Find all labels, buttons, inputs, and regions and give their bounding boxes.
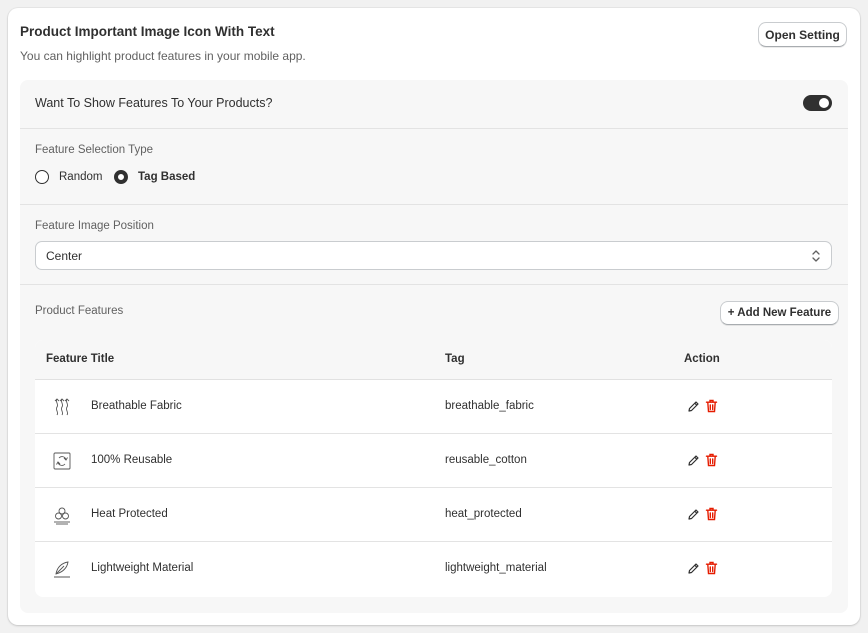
image-position-value: Center bbox=[46, 249, 83, 263]
show-features-label: Want To Show Features To Your Products? bbox=[35, 96, 273, 110]
product-features-section: Product Features + Add New Feature Featu… bbox=[20, 284, 848, 613]
edit-pencil-icon[interactable] bbox=[687, 454, 700, 467]
edit-pencil-icon[interactable] bbox=[687, 562, 700, 575]
table-row: 100% Reusable reusable_cotton bbox=[35, 434, 832, 488]
open-setting-button[interactable]: Open Setting bbox=[758, 22, 847, 47]
toggle-knob bbox=[819, 98, 829, 108]
image-position-select[interactable]: Center bbox=[35, 241, 832, 270]
breathable-fabric-icon bbox=[54, 398, 70, 416]
feature-title: 100% Reusable bbox=[91, 454, 173, 466]
feature-tag: reusable_cotton bbox=[445, 454, 527, 466]
heat-protected-icon bbox=[54, 507, 70, 525]
image-position-label: Feature Image Position bbox=[35, 220, 154, 232]
add-new-feature-button[interactable]: + Add New Feature bbox=[720, 301, 839, 325]
column-header-action: Action bbox=[684, 353, 720, 365]
product-features-label: Product Features bbox=[35, 305, 124, 317]
table-header: Feature Title Tag Action bbox=[35, 340, 832, 380]
page-title: Product Important Image Icon With Text bbox=[20, 24, 275, 39]
features-table: Feature Title Tag Action Breathable Fabr… bbox=[35, 340, 832, 597]
edit-pencil-icon[interactable] bbox=[687, 508, 700, 521]
edit-pencil-icon[interactable] bbox=[687, 400, 700, 413]
feature-tag: lightweight_material bbox=[445, 562, 547, 574]
show-features-toggle[interactable] bbox=[803, 95, 832, 111]
feature-tag: breathable_fabric bbox=[445, 400, 534, 412]
column-header-feature-title: Feature Title bbox=[46, 353, 115, 365]
delete-trash-icon[interactable] bbox=[705, 399, 718, 413]
page-subtitle: You can highlight product features in yo… bbox=[20, 49, 306, 63]
column-header-tag: Tag bbox=[445, 353, 465, 365]
radio-tag-based[interactable]: Tag Based bbox=[114, 170, 195, 184]
show-features-section: Want To Show Features To Your Products? bbox=[20, 80, 848, 129]
delete-trash-icon[interactable] bbox=[705, 453, 718, 467]
radio-random[interactable]: Random bbox=[35, 170, 102, 184]
reusable-icon bbox=[53, 452, 71, 470]
image-position-section: Feature Image Position Center bbox=[20, 204, 848, 285]
radio-random-circle[interactable] bbox=[35, 170, 49, 184]
lightweight-feather-icon bbox=[54, 561, 70, 578]
selection-type-section: Feature Selection Type Random Tag Based bbox=[20, 128, 848, 205]
radio-tag-based-circle[interactable] bbox=[114, 170, 128, 184]
feature-title: Breathable Fabric bbox=[91, 400, 182, 412]
table-row: Breathable Fabric breathable_fabric bbox=[35, 380, 832, 434]
radio-random-label: Random bbox=[59, 171, 103, 183]
selection-type-label: Feature Selection Type bbox=[35, 144, 154, 156]
delete-trash-icon[interactable] bbox=[705, 561, 718, 575]
radio-tag-based-label: Tag Based bbox=[138, 171, 196, 183]
settings-panel: Want To Show Features To Your Products? … bbox=[20, 80, 848, 613]
feature-title: Lightweight Material bbox=[91, 562, 194, 574]
feature-settings-card: Product Important Image Icon With Text Y… bbox=[8, 8, 860, 625]
feature-title: Heat Protected bbox=[91, 508, 168, 520]
delete-trash-icon[interactable] bbox=[705, 507, 718, 521]
table-row: Lightweight Material lightweight_materia… bbox=[35, 542, 832, 597]
feature-tag: heat_protected bbox=[445, 508, 522, 520]
select-chevron-icon bbox=[812, 250, 820, 262]
table-row: Heat Protected heat_protected bbox=[35, 488, 832, 542]
